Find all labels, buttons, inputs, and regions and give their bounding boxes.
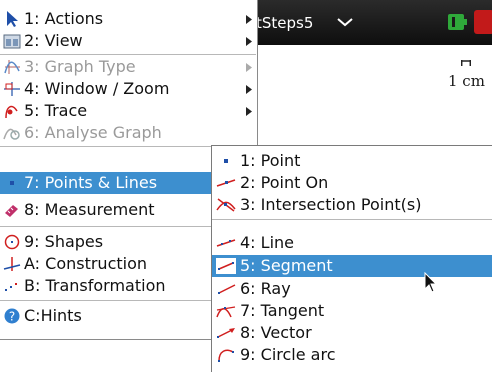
submenu-item-vector[interactable]: 8: Vector — [212, 322, 492, 344]
mouse-pointer-icon — [424, 272, 438, 293]
submenu-item-label: 6: Ray — [240, 279, 291, 298]
menu-item-analyse-graph: 6: Analyse Graph — [0, 122, 256, 144]
ray-icon — [218, 284, 236, 294]
chevron-down-icon[interactable] — [336, 16, 354, 28]
submenu-item-label: 5: Segment — [240, 256, 333, 275]
menu-item-label: 9: Shapes — [24, 232, 104, 251]
menu-item-label: 2: View — [24, 31, 83, 50]
construction-icon — [3, 257, 21, 271]
submenu-item-ray[interactable]: 6: Ray — [212, 278, 492, 300]
submenu-item-intersection-points[interactable]: 3: Intersection Point(s) — [212, 194, 492, 216]
svg-text:?: ? — [9, 310, 15, 324]
trace-icon — [5, 105, 18, 119]
menu-item-label: 8: Measurement — [24, 200, 155, 219]
help-icon: ? — [4, 308, 20, 324]
submenu-item-line[interactable]: 4: Line — [212, 232, 492, 254]
menu-item-shapes[interactable]: 9: Shapes — [0, 231, 211, 253]
point-on-icon — [216, 179, 236, 187]
submenu-item-tangent[interactable]: 7: Tangent — [212, 300, 492, 322]
menu-separator — [0, 146, 211, 147]
graph-type-icon — [4, 60, 20, 74]
menu-item-label: 6: Analyse Graph — [24, 123, 162, 142]
arrow-cursor-icon — [7, 11, 18, 27]
document-title[interactable]: tSteps5 — [256, 14, 313, 32]
submenu-item-label: 3: Intersection Point(s) — [240, 195, 422, 214]
submenu-arrow-icon — [246, 85, 252, 94]
submenu-arrow-icon — [246, 107, 252, 116]
point-icon — [224, 159, 228, 163]
menu-item-hints[interactable]: ? C:Hints — [0, 305, 211, 327]
menu-item-label: B: Transformation — [24, 276, 166, 295]
submenu-item-label: 7: Tangent — [240, 301, 325, 320]
menu-item-label: 5: Trace — [24, 101, 88, 120]
analyse-graph-icon — [3, 128, 20, 140]
point-icon — [10, 181, 14, 185]
submenu-item-label: 9: Circle arc — [240, 345, 336, 364]
menu-item-label: 7: Points & Lines — [24, 173, 158, 192]
menu-separator — [212, 219, 492, 220]
submenu-arrow-icon — [246, 37, 252, 46]
menu-item-construction[interactable]: A: Construction — [0, 253, 211, 275]
scale-bar-icon — [461, 60, 471, 66]
menu-separator — [0, 300, 211, 301]
menu-separator — [0, 226, 211, 227]
submenu-item-segment[interactable]: 5: Segment — [212, 255, 492, 277]
submenu-item-label: 8: Vector — [240, 323, 312, 342]
scale-label: 1 cm — [448, 72, 485, 90]
circle-arc-icon — [218, 349, 234, 362]
menu-item-points-lines[interactable]: 7: Points & Lines — [0, 172, 211, 194]
menu-item-trace[interactable]: 5: Trace — [0, 100, 256, 122]
points-lines-submenu: 1: Point 2: Point On 3: Intersection Poi… — [211, 145, 492, 372]
menu-item-label: 1: Actions — [24, 9, 104, 28]
menu-item-measurement[interactable]: 8: Measurement — [0, 199, 211, 221]
submenu-item-label: 4: Line — [240, 233, 294, 252]
menu-item-transformation[interactable]: B: Transformation — [0, 275, 211, 297]
window-zoom-icon — [4, 82, 20, 96]
menu-item-actions[interactable]: 1: Actions — [0, 8, 256, 30]
intersection-point-icon — [216, 198, 236, 212]
submenu-item-point[interactable]: 1: Point — [212, 150, 492, 172]
menu-item-label: 4: Window / Zoom — [24, 79, 170, 98]
ruler-icon — [5, 205, 18, 217]
tangent-icon — [216, 306, 236, 318]
submenu-item-label: 2: Point On — [240, 173, 329, 192]
menu-item-label: A: Construction — [24, 254, 148, 273]
shapes-circle-icon — [4, 234, 20, 250]
submenu-item-point-on[interactable]: 2: Point On — [212, 172, 492, 194]
menu-item-graph-type: 3: Graph Type — [0, 56, 256, 78]
submenu-arrow-icon — [246, 63, 252, 72]
segment-icon — [216, 258, 236, 274]
menu-separator — [0, 54, 256, 55]
line-icon — [216, 239, 236, 247]
menu-item-window-zoom[interactable]: 4: Window / Zoom — [0, 78, 256, 100]
submenu-item-label: 1: Point — [240, 151, 301, 170]
submenu-item-circle-arc[interactable]: 9: Circle arc — [212, 344, 492, 366]
view-icon — [3, 34, 21, 49]
menu-item-label: 3: Graph Type — [24, 57, 136, 76]
vector-icon — [217, 328, 235, 338]
menu-item-view[interactable]: 2: View — [0, 30, 256, 52]
close-icon[interactable] — [474, 10, 492, 34]
transformation-icon — [5, 283, 17, 291]
submenu-arrow-icon — [246, 15, 252, 24]
menu-item-label: C:Hints — [24, 306, 82, 325]
battery-icon — [448, 14, 467, 30]
